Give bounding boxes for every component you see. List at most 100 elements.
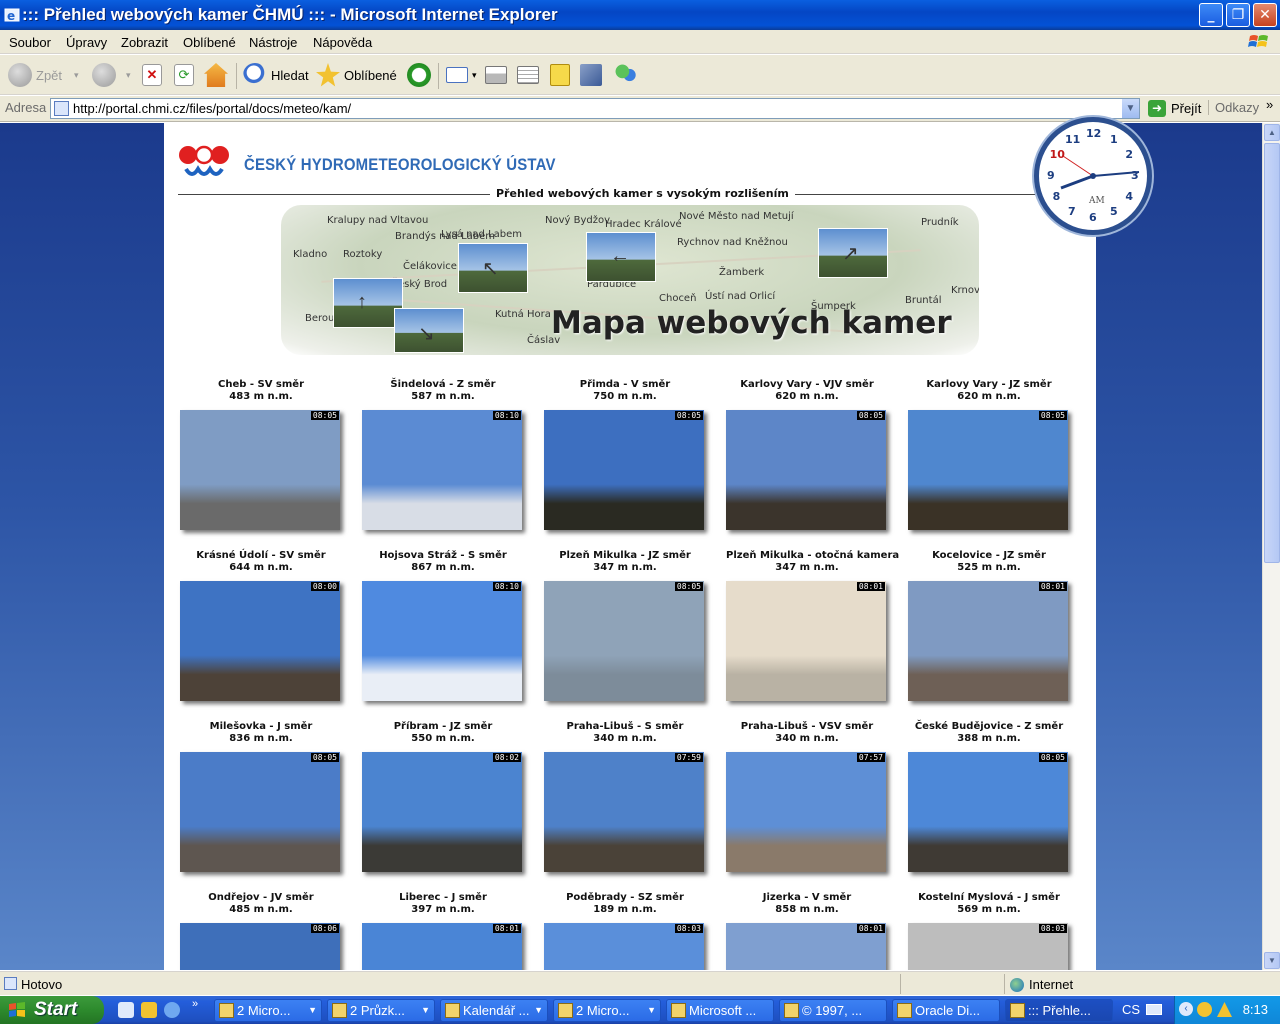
search-button[interactable]: Hledat bbox=[243, 62, 309, 88]
start-button[interactable]: Start bbox=[0, 996, 104, 1024]
research-button[interactable] bbox=[580, 62, 606, 88]
quicklaunch-chevron-icon[interactable]: » bbox=[192, 998, 198, 1010]
tray-chevron-icon[interactable]: ‹ bbox=[1179, 1002, 1193, 1016]
webcam-image[interactable]: 08:05 bbox=[180, 752, 340, 872]
history-button[interactable] bbox=[407, 62, 435, 88]
webcam-tile[interactable]: Plzeň Mikulka - otočná kamera 347 m n.m. 0… bbox=[726, 550, 899, 701]
back-dropdown-icon[interactable]: ▾ bbox=[74, 70, 79, 81]
taskbar-button[interactable]: © 1997, ... bbox=[779, 999, 887, 1022]
webcam-image[interactable]: 08:01 bbox=[726, 923, 886, 970]
webcam-tile[interactable]: Praha-Libuš - VSV směr 340 m n.m. 07:57 bbox=[726, 721, 888, 872]
webcam-image[interactable]: 08:06 bbox=[180, 923, 340, 970]
webcam-tile[interactable]: České Budějovice - Z směr 388 m n.m. 08:05 bbox=[908, 721, 1070, 872]
webcam-map[interactable]: Kralupy nad Vltavou Brandýs nad Labem Ly… bbox=[281, 205, 979, 355]
group-dropdown-icon[interactable]: ▼ bbox=[534, 1000, 543, 1021]
tray-time[interactable]: 8:13 bbox=[1243, 1002, 1268, 1017]
webcam-tile[interactable]: Přimda - V směr 750 m n.m. 08:05 bbox=[544, 379, 706, 530]
favorites-button[interactable]: Oblíbené bbox=[316, 62, 397, 88]
webcam-image[interactable]: 08:05 bbox=[726, 410, 886, 530]
webcam-tile[interactable]: Hojsova Stráž - S směr 867 m n.m. 08:10 bbox=[362, 550, 524, 701]
menu-favorites[interactable]: Oblíbené bbox=[183, 35, 236, 50]
webcam-tile[interactable]: Kostelní Myslová - J směr 569 m n.m. 08:03 bbox=[908, 892, 1070, 970]
map-camera-thumbnail[interactable]: ← bbox=[586, 232, 656, 282]
menu-help[interactable]: Nápověda bbox=[313, 35, 372, 50]
taskbar-button[interactable]: 2 Průzk... ▼ bbox=[327, 999, 435, 1022]
tray-clock-icon[interactable] bbox=[1197, 1002, 1212, 1017]
taskbar-button[interactable]: 2 Micro... ▼ bbox=[553, 999, 661, 1022]
taskbar-button[interactable]: Microsoft ... bbox=[666, 999, 774, 1022]
outlook-icon[interactable] bbox=[141, 1002, 157, 1018]
group-dropdown-icon[interactable]: ▼ bbox=[647, 1000, 656, 1021]
map-camera-thumbnail[interactable]: ↑ bbox=[333, 278, 403, 328]
webcam-image[interactable]: 08:03 bbox=[544, 923, 704, 970]
webcam-image[interactable]: 08:01 bbox=[726, 581, 886, 701]
scroll-up-icon[interactable]: ▲ bbox=[1264, 124, 1280, 141]
webcam-tile[interactable]: Plzeň Mikulka - JZ směr 347 m n.m. 08:05 bbox=[544, 550, 706, 701]
address-url[interactable]: http://portal.chmi.cz/files/portal/docs/… bbox=[73, 101, 351, 116]
warning-icon[interactable] bbox=[1217, 1002, 1232, 1017]
vertical-scrollbar[interactable]: ▲ ▼ bbox=[1262, 123, 1280, 970]
minimize-button[interactable]: _ bbox=[1199, 3, 1223, 27]
webcam-image[interactable]: 08:00 bbox=[180, 581, 340, 701]
chevron-right-icon[interactable]: » bbox=[1266, 97, 1273, 112]
menu-edit[interactable]: Úpravy bbox=[66, 35, 107, 50]
webcam-tile[interactable]: Krásné Údolí - SV směr 644 m n.m. 08:00 bbox=[180, 550, 342, 701]
webcam-image[interactable]: 08:05 bbox=[544, 410, 704, 530]
menu-file[interactable]: Soubor bbox=[9, 35, 51, 50]
map-camera-thumbnail[interactable]: ↗ bbox=[818, 228, 888, 278]
webcam-image[interactable]: 08:05 bbox=[544, 581, 704, 701]
taskbar-button[interactable]: Kalendář ... ▼ bbox=[440, 999, 548, 1022]
forward-dropdown-icon[interactable]: ▾ bbox=[126, 70, 131, 81]
webcam-image[interactable]: 08:01 bbox=[908, 581, 1068, 701]
webcam-tile[interactable]: Karlovy Vary - VJV směr 620 m n.m. 08:05 bbox=[726, 379, 888, 530]
webcam-tile[interactable]: Cheb - SV směr 483 m n.m. 08:05 bbox=[180, 379, 342, 530]
webcam-image[interactable]: 08:05 bbox=[180, 410, 340, 530]
links-toolbar[interactable]: Odkazy bbox=[1208, 100, 1259, 115]
print-button[interactable] bbox=[485, 62, 511, 88]
webcam-image[interactable]: 07:57 bbox=[726, 752, 886, 872]
scroll-down-icon[interactable]: ▼ bbox=[1264, 952, 1280, 969]
webcam-tile[interactable]: Jizerka - V směr 858 m n.m. 08:01 bbox=[726, 892, 888, 970]
forward-button[interactable]: ▾ bbox=[92, 62, 131, 88]
webcam-tile[interactable]: Karlovy Vary - JZ směr 620 m n.m. 08:05 bbox=[908, 379, 1070, 530]
webcam-image[interactable]: 08:01 bbox=[362, 923, 522, 970]
stop-button[interactable]: ✕ bbox=[142, 62, 166, 88]
webcam-tile[interactable]: Příbram - JZ směr 550 m n.m. 08:02 bbox=[362, 721, 524, 872]
group-dropdown-icon[interactable]: ▼ bbox=[421, 1000, 430, 1021]
chmi-logo[interactable] bbox=[178, 145, 232, 181]
address-dropdown-icon[interactable]: ▼ bbox=[1121, 99, 1139, 118]
taskbar-button[interactable]: 2 Micro... ▼ bbox=[214, 999, 322, 1022]
map-camera-thumbnail[interactable]: ↖ bbox=[458, 243, 528, 293]
webcam-tile[interactable]: Ondřejov - JV směr 485 m n.m. 08:06 bbox=[180, 892, 342, 970]
discuss-button[interactable] bbox=[550, 62, 574, 88]
messenger-button[interactable] bbox=[614, 62, 642, 88]
webcam-image[interactable]: 08:10 bbox=[362, 581, 522, 701]
webcam-image[interactable]: 08:10 bbox=[362, 410, 522, 530]
refresh-button[interactable]: ⟳ bbox=[174, 62, 198, 88]
webcam-tile[interactable]: Poděbrady - SZ směr 189 m n.m. 08:03 bbox=[544, 892, 706, 970]
webcam-tile[interactable]: Liberec - J směr 397 m n.m. 08:01 bbox=[362, 892, 524, 970]
maximize-button[interactable]: ❐ bbox=[1226, 3, 1250, 27]
mail-button[interactable]: ▾ bbox=[446, 62, 477, 88]
taskbar-button[interactable]: ::: Přehle... bbox=[1005, 999, 1113, 1022]
address-input[interactable]: http://portal.chmi.cz/files/portal/docs/… bbox=[50, 98, 1140, 119]
close-button[interactable]: ✕ bbox=[1253, 3, 1277, 27]
mail-dropdown-icon[interactable]: ▾ bbox=[472, 70, 477, 81]
menu-view[interactable]: Zobrazit bbox=[121, 35, 168, 50]
taskbar-button[interactable]: Oracle Di... bbox=[892, 999, 1000, 1022]
webcam-tile[interactable]: Šindelová - Z směr 587 m n.m. 08:10 bbox=[362, 379, 524, 530]
scrollbar-thumb[interactable] bbox=[1264, 143, 1280, 563]
webcam-tile[interactable]: Kocelovice - JZ směr 525 m n.m. 08:01 bbox=[908, 550, 1070, 701]
webcam-tile[interactable]: Milešovka - J směr 836 m n.m. 08:05 bbox=[180, 721, 342, 872]
webcam-image[interactable]: 08:05 bbox=[908, 410, 1068, 530]
menu-tools[interactable]: Nástroje bbox=[249, 35, 297, 50]
keyboard-icon[interactable] bbox=[1146, 1004, 1162, 1015]
webcam-image[interactable]: 08:02 bbox=[362, 752, 522, 872]
home-button[interactable] bbox=[204, 62, 232, 88]
map-camera-thumbnail[interactable]: ↘ bbox=[394, 308, 464, 353]
input-language[interactable]: CS bbox=[1122, 1002, 1140, 1017]
webcam-image[interactable]: 07:59 bbox=[544, 752, 704, 872]
group-dropdown-icon[interactable]: ▼ bbox=[308, 1000, 317, 1021]
back-button[interactable]: Zpět ▾ bbox=[8, 62, 79, 88]
webcam-image[interactable]: 08:05 bbox=[908, 752, 1068, 872]
